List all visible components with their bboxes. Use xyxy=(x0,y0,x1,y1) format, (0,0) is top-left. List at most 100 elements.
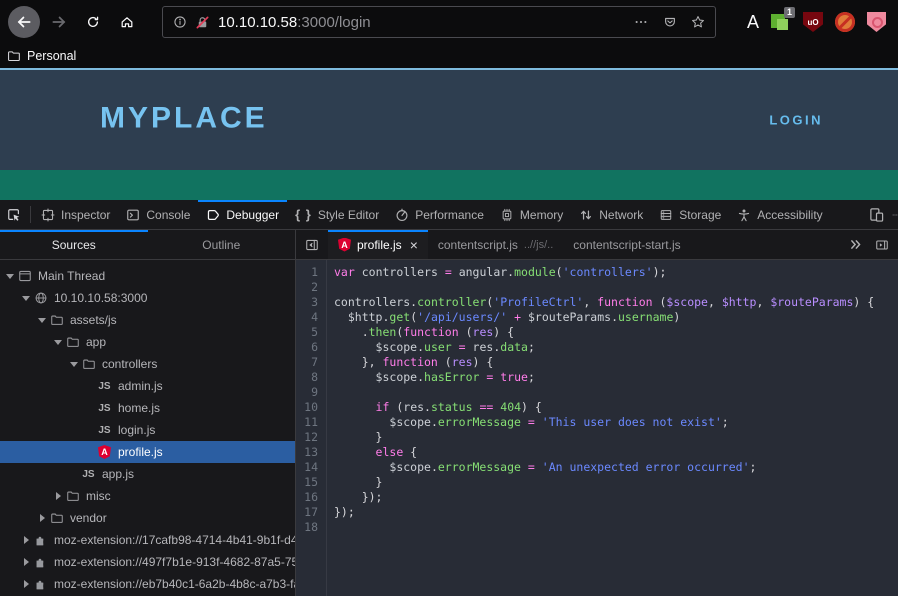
js-badge: JS xyxy=(98,425,110,436)
tree-item-profile-js[interactable]: Aprofile.js xyxy=(0,441,295,463)
reload-button[interactable] xyxy=(78,7,108,37)
debugger-icon xyxy=(206,208,220,222)
line-number[interactable]: 17 xyxy=(296,505,326,520)
login-link[interactable]: LOGIN xyxy=(769,113,823,128)
back-button[interactable] xyxy=(8,6,40,38)
code-editor: 123456789101112131415161718 var controll… xyxy=(296,260,898,596)
chevron-down-icon[interactable] xyxy=(4,274,16,279)
chevron-right-icon[interactable] xyxy=(52,492,64,500)
site-brand[interactable]: MYPLACE xyxy=(100,102,268,136)
code-token: + xyxy=(514,310,521,324)
code-token: controllers xyxy=(334,295,410,309)
pick-element-button[interactable] xyxy=(0,200,28,229)
chevron-down-icon[interactable] xyxy=(20,296,32,301)
close-tab-icon[interactable]: × xyxy=(410,238,418,252)
tool-tab-accessibility[interactable]: Accessibility xyxy=(729,200,830,229)
tool-tab-memory[interactable]: Memory xyxy=(492,200,571,229)
tree-item-app[interactable]: app xyxy=(0,331,295,353)
bookmark-star-icon[interactable] xyxy=(691,15,705,29)
tool-tab-network[interactable]: Network xyxy=(571,200,651,229)
tree-item-login-js[interactable]: JSlogin.js xyxy=(0,419,295,441)
home-button[interactable] xyxy=(112,7,142,37)
site-header: MYPLACE LOGIN xyxy=(0,70,898,170)
line-number[interactable]: 12 xyxy=(296,430,326,445)
chevron-right-icon[interactable] xyxy=(36,514,48,522)
tree-item-moz-extension-eb7b40c1-6a2b-4b8c-a7b3-faa[interactable]: moz-extension://eb7b40c1-6a2b-4b8c-a7b3-… xyxy=(0,573,295,595)
file-tab-profile-js[interactable]: Aprofile.js× xyxy=(328,230,428,259)
line-number[interactable]: 2 xyxy=(296,280,326,295)
code-token: }); xyxy=(334,490,382,504)
tree-item-app-js[interactable]: JSapp.js xyxy=(0,463,295,485)
page-actions-icon[interactable] xyxy=(633,15,649,29)
chevron-down-icon[interactable] xyxy=(36,318,48,323)
bookmark-folder-personal[interactable]: Personal xyxy=(27,49,76,63)
line-number[interactable]: 3 xyxy=(296,295,326,310)
tool-tab-performance[interactable]: Performance xyxy=(387,200,492,229)
editor-gutter[interactable]: 123456789101112131415161718 xyxy=(296,260,327,596)
tree-item-assets-js[interactable]: assets/js xyxy=(0,309,295,331)
url-bar[interactable]: 10.10.10.58:3000/login xyxy=(162,6,716,38)
line-number[interactable]: 18 xyxy=(296,520,326,535)
line-number[interactable]: 14 xyxy=(296,460,326,475)
tree-item-admin-js[interactable]: JSadmin.js xyxy=(0,375,295,397)
line-number[interactable]: 10 xyxy=(296,400,326,415)
line-number[interactable]: 13 xyxy=(296,445,326,460)
chevron-right-icon[interactable] xyxy=(20,580,32,588)
angular-icon: A xyxy=(98,445,111,459)
extension-a-button[interactable]: A xyxy=(747,12,759,33)
devtools-menu-icon[interactable] xyxy=(892,208,898,222)
extension-blocked-button[interactable] xyxy=(835,12,855,32)
chevron-down-icon[interactable] xyxy=(52,340,64,345)
line-number[interactable]: 1 xyxy=(296,265,326,280)
tool-tab-debugger[interactable]: Debugger xyxy=(198,200,287,229)
line-number[interactable]: 6 xyxy=(296,340,326,355)
extension-shield-button[interactable] xyxy=(867,12,886,32)
expand-panes-button[interactable] xyxy=(875,238,889,252)
tree-item-main-thread[interactable]: Main Thread xyxy=(0,265,295,287)
pocket-icon[interactable] xyxy=(663,15,677,29)
tool-tab-console[interactable]: Console xyxy=(118,200,198,229)
line-number[interactable]: 9 xyxy=(296,385,326,400)
code-token xyxy=(334,340,376,354)
panel-tab-outline[interactable]: Outline xyxy=(148,230,296,259)
tool-tab-style-editor[interactable]: { }Style Editor xyxy=(287,200,387,229)
code-token: ) { xyxy=(473,355,494,369)
chevron-down-icon[interactable] xyxy=(68,362,80,367)
inspector-icon xyxy=(41,208,55,222)
code-token: res xyxy=(452,355,473,369)
line-number[interactable]: 4 xyxy=(296,310,326,325)
line-number[interactable]: 15 xyxy=(296,475,326,490)
tool-tab-storage[interactable]: Storage xyxy=(651,200,729,229)
line-number[interactable]: 7 xyxy=(296,355,326,370)
code-token: . xyxy=(431,460,438,474)
collapse-sources-panel-button[interactable] xyxy=(296,230,328,259)
tool-tab-inspector[interactable]: Inspector xyxy=(33,200,118,229)
line-number[interactable]: 5 xyxy=(296,325,326,340)
tree-item-moz-extension-497f7b1e-913f-4682-87a5-751[interactable]: moz-extension://497f7b1e-913f-4682-87a5-… xyxy=(0,551,295,573)
tree-item-10-10-10-58-3000[interactable]: 10.10.10.58:3000 xyxy=(0,287,295,309)
insecure-lock-icon[interactable] xyxy=(195,15,210,30)
file-tab-contentscript-js[interactable]: contentscript.js..//js/.. xyxy=(428,230,563,259)
chevron-right-icon[interactable] xyxy=(20,536,32,544)
tree-item-misc[interactable]: misc xyxy=(0,485,295,507)
site-info-icon[interactable] xyxy=(173,15,187,29)
responsive-design-mode-button[interactable] xyxy=(869,207,884,222)
tree-item-vendor[interactable]: vendor xyxy=(0,507,295,529)
tree-item-controllers[interactable]: controllers xyxy=(0,353,295,375)
file-tab-contentscript-start-js[interactable]: contentscript-start.js xyxy=(563,230,690,259)
tree-item-home-js[interactable]: JShome.js xyxy=(0,397,295,419)
chevron-right-icon[interactable] xyxy=(20,558,32,566)
panel-tab-sources[interactable]: Sources xyxy=(0,230,148,259)
tree-item-moz-extension-17cafb98-4714-4b41-9b1f-d415[interactable]: moz-extension://17cafb98-4714-4b41-9b1f-… xyxy=(0,529,295,551)
more-tabs-icon[interactable] xyxy=(848,238,863,251)
file-tab-label: contentscript-start.js xyxy=(573,238,680,252)
line-number[interactable]: 8 xyxy=(296,370,326,385)
ublock-origin-button[interactable]: uO xyxy=(803,12,823,32)
forward-button[interactable] xyxy=(44,7,74,37)
code-token: res xyxy=(403,400,424,414)
extension-green-button[interactable]: 1 xyxy=(771,12,791,32)
code-token xyxy=(521,415,528,429)
line-number[interactable]: 11 xyxy=(296,415,326,430)
code-token: . xyxy=(334,325,369,339)
line-number[interactable]: 16 xyxy=(296,490,326,505)
